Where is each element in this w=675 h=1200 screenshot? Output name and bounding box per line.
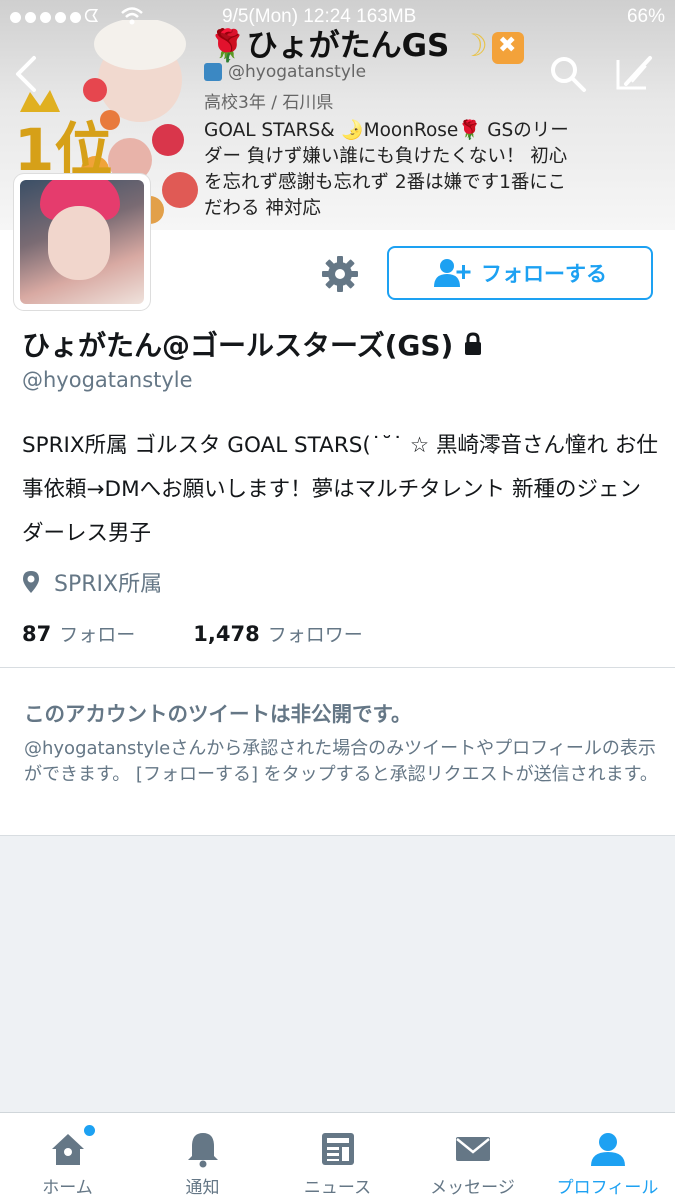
tab-profile[interactable]: プロフィール (540, 1113, 675, 1200)
follow-button-label: フォローする (481, 263, 607, 286)
location-link[interactable]: SPRIX所属 (54, 566, 162, 598)
tab-messages[interactable]: メッセージ (405, 1113, 540, 1200)
lock-icon (465, 332, 482, 355)
empty-timeline-area (0, 836, 675, 1112)
add-user-icon (434, 259, 471, 287)
profile-location: SPRIX所属 (22, 566, 162, 598)
tab-notifications[interactable]: 通知 (135, 1113, 270, 1200)
profile-name: ひょがたん@ゴールスターズ(GS) (22, 324, 483, 364)
banner-school: 高校3年 / 石川県 (204, 93, 334, 113)
notification-dot (84, 1125, 95, 1136)
gear-icon[interactable] (318, 252, 362, 296)
bell-icon (187, 1133, 218, 1168)
person-icon (590, 1133, 625, 1166)
profile-bio: SPRIX所属 ゴルスタ GOAL STARS(˙˘˙ ☆ 黒崎澪音さん憧れ お… (22, 433, 658, 546)
tab-profile-label: プロフィール (556, 1178, 659, 1198)
wifi-icon (120, 6, 144, 31)
back-chevron-icon[interactable] (8, 52, 48, 96)
profile-handle: @hyogatanstyle (22, 368, 193, 392)
private-notice-title: このアカウントのツイートは非公開です。 (24, 702, 412, 726)
banner-text: GOAL STARS& 🌛MoonRose🌹 GSのリーダー 負けず嫌い誰にも負… (204, 120, 569, 219)
search-icon[interactable] (548, 54, 588, 94)
signal-dots-icon (10, 12, 81, 23)
compose-icon[interactable] (612, 54, 656, 94)
battery-level: 66% (626, 6, 665, 27)
following-count: 87 (22, 622, 52, 646)
followers-label: フォロワー (267, 624, 363, 646)
twitter-box-icon (204, 63, 222, 81)
follow-button[interactable]: フォローする (387, 246, 653, 300)
banner-handle: @hyogatanstyle (204, 62, 366, 82)
carrier-icon: ᗧ (84, 6, 99, 27)
profile-stats: 87 フォロー 1,478 フォロワー (22, 620, 363, 647)
private-notice-text: @hyogatanstyleさんから承認された場合のみツイートやプロフィールの表… (24, 738, 658, 785)
tab-bar: ホーム 通知 ニュース メッセージ プロフィール (0, 1112, 675, 1200)
tab-notifications-label: 通知 (185, 1178, 220, 1198)
following-stat[interactable]: 87 フォロー (22, 620, 135, 647)
status-bar: ᗧ 9/5(Mon) 12:24 163MB 66% (0, 0, 675, 36)
x-badge-icon (491, 31, 524, 64)
home-icon (51, 1134, 84, 1165)
tab-home[interactable]: ホーム (0, 1113, 135, 1200)
following-label: フォロー (59, 624, 136, 646)
tab-messages-label: メッセージ (430, 1178, 515, 1198)
news-icon (321, 1133, 354, 1165)
tab-news[interactable]: ニュース (270, 1113, 405, 1200)
tab-home-label: ホーム (42, 1178, 93, 1198)
divider (0, 667, 675, 668)
status-time: 9/5(Mon) 12:24 163MB (222, 6, 417, 27)
followers-count: 1,478 (193, 622, 260, 646)
tab-news-label: ニュース (303, 1178, 372, 1198)
envelope-icon (455, 1137, 490, 1161)
location-pin-icon (23, 571, 39, 593)
followers-stat[interactable]: 1,478 フォロワー (193, 620, 362, 647)
avatar-photo (20, 180, 144, 304)
avatar[interactable] (14, 174, 150, 310)
